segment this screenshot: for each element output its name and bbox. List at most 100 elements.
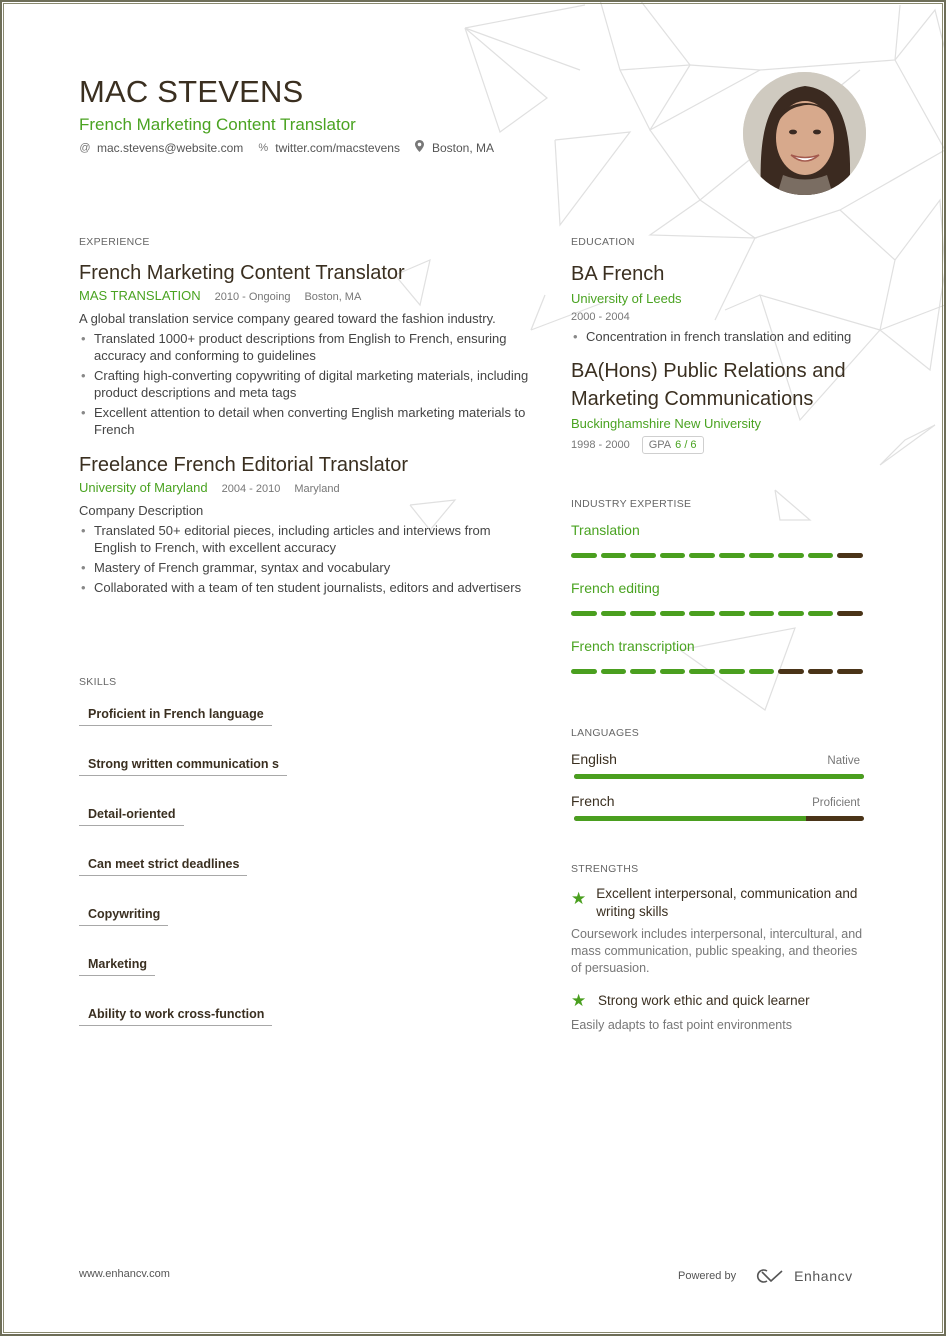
gpa-label: GPA [648, 439, 672, 451]
job-description: Company Description [79, 503, 204, 518]
skill-tag: Can meet strict deadlines [79, 857, 248, 876]
expertise-dash-filled [659, 553, 686, 558]
expertise-level-bar [571, 669, 863, 674]
job-bullet: Excellent attention to detail when conve… [79, 404, 529, 438]
education-section-title: EDUCATION [571, 236, 635, 248]
language-item: French Proficient [571, 793, 871, 821]
education-school: Buckinghamshire New University [571, 416, 762, 431]
gpa-badge: GPA 6 / 6 [641, 436, 704, 454]
expertise-dash-filled [778, 553, 804, 558]
expertise-dash-filled [571, 553, 597, 558]
expertise-item: French transcription [571, 638, 871, 674]
expertise-item: French editing [571, 580, 871, 616]
at-icon: @ [79, 141, 91, 154]
expertise-dash-filled [748, 553, 775, 558]
expertise-item: Translation [571, 522, 871, 558]
strengths-section-title: STRENGTHS [571, 863, 639, 875]
expertise-label: Translation [571, 522, 640, 538]
skill-tag: Copywriting [79, 907, 169, 926]
expertise-dash-filled [807, 553, 834, 558]
language-proficiency-bar [574, 774, 864, 779]
enhancv-logo[interactable]: Enhancv [754, 1268, 853, 1284]
expertise-dash-filled [571, 669, 597, 674]
expertise-section-title: INDUSTRY EXPERTISE [571, 498, 692, 510]
contact-twitter-text: twitter.com/macstevens [275, 140, 400, 155]
expertise-dash-filled [748, 611, 775, 616]
enhancv-logo-text: Enhancv [794, 1268, 853, 1284]
job-bullet: Translated 50+ editorial pieces, includi… [79, 522, 529, 556]
location-pin-icon [414, 140, 426, 155]
skill-tag: Marketing [79, 957, 156, 976]
language-name: English [571, 751, 617, 767]
avatar [743, 72, 866, 195]
candidate-name: MAC STEVENS [79, 74, 304, 109]
skill-tag: Proficient in French language [79, 707, 272, 726]
strength-description: Coursework includes interpersonal, inter… [571, 927, 863, 975]
contact-location: Boston, MA [414, 140, 494, 155]
education-degree: BA(Hons) Public Relations and Marketing … [571, 360, 846, 410]
enhancv-logo-icon [757, 1269, 783, 1283]
job-bullets: Translated 50+ editorial pieces, includi… [79, 522, 529, 596]
language-level: Native [827, 755, 860, 767]
job-bullet: Crafting high-converting copywriting of … [79, 367, 529, 401]
language-item: English Native [571, 751, 871, 779]
education-bullets: Concentration in french translation and … [571, 328, 871, 345]
candidate-headline: French Marketing Content Translator [79, 115, 356, 134]
contact-location-text: Boston, MA [431, 140, 494, 155]
language-name: French [571, 793, 615, 809]
expertise-label: French transcription [571, 638, 695, 654]
link-icon: % [258, 141, 269, 154]
expertise-dash-filled [659, 611, 686, 616]
strength-description: Easily adapts to fast point environments [571, 1018, 792, 1032]
powered-by-label: Powered by [678, 1270, 737, 1282]
job-bullets: Translated 1000+ product descriptions fr… [79, 330, 529, 438]
expertise-dash-filled [659, 669, 686, 674]
education-dates: 1998 - 2000 [571, 439, 630, 451]
avatar-photo [743, 72, 866, 195]
expertise-dash-filled [718, 669, 745, 674]
expertise-dash-filled [571, 611, 597, 616]
skill-tag: Strong written communication s [79, 757, 287, 776]
expertise-dash-filled [600, 611, 627, 616]
expertise-dash-empty [807, 669, 834, 674]
expertise-dash-filled [630, 669, 656, 674]
job-company: MAS TRANSLATION [79, 288, 201, 303]
job-description: A global translation service company gea… [79, 311, 496, 326]
job-title: Freelance French Editorial Translator [79, 454, 409, 476]
footer-website-link[interactable]: www.enhancv.com [79, 1268, 170, 1280]
contact-email[interactable]: @ mac.stevens@website.com [79, 141, 243, 155]
expertise-list: Translation French editing French transc… [571, 522, 871, 674]
expertise-dash-filled [807, 611, 834, 616]
education-degree: BA French [571, 263, 665, 285]
expertise-dash-filled [689, 611, 715, 616]
strength-title: Excellent interpersonal, communication a… [596, 886, 858, 919]
gpa-value: 6 / 6 [675, 439, 697, 451]
expertise-dash-filled [689, 669, 715, 674]
experience-entry: French Marketing Content Translator MAS … [79, 260, 529, 438]
job-dates: 2010 - Ongoing [214, 291, 291, 303]
language-proficiency-fill [574, 774, 864, 779]
job-location: Boston, MA [304, 291, 362, 303]
job-bullet: Collaborated with a team of ten student … [79, 579, 529, 596]
skill-tag: Ability to work cross-function [79, 1007, 273, 1026]
expertise-dash-filled [748, 669, 775, 674]
star-icon: ★ [571, 889, 587, 908]
contact-twitter[interactable]: % twitter.com/macstevens [257, 141, 400, 155]
languages-section-title: LANGUAGES [571, 727, 640, 739]
expertise-dash-filled [630, 553, 656, 558]
job-dates: 2004 - 2010 [221, 483, 281, 495]
expertise-dash-filled [600, 553, 627, 558]
expertise-dash-empty [837, 611, 863, 616]
expertise-dash-filled [778, 611, 804, 616]
language-proficiency-fill [574, 816, 806, 821]
experience-entry: Freelance French Editorial Translator Un… [79, 452, 529, 596]
expertise-dash-filled [718, 553, 745, 558]
job-bullet: Translated 1000+ product descriptions fr… [79, 330, 529, 364]
strength-title: Strong work ethic and quick learner [598, 993, 810, 1008]
expertise-dash-filled [600, 669, 627, 674]
language-level: Proficient [812, 797, 860, 809]
right-column: EDUCATION BA French University of Leeds … [571, 236, 871, 1034]
education-entry: BA(Hons) Public Relations and Marketing … [571, 357, 871, 454]
job-location: Maryland [294, 483, 340, 495]
skill-tag: Detail-oriented [79, 807, 184, 826]
